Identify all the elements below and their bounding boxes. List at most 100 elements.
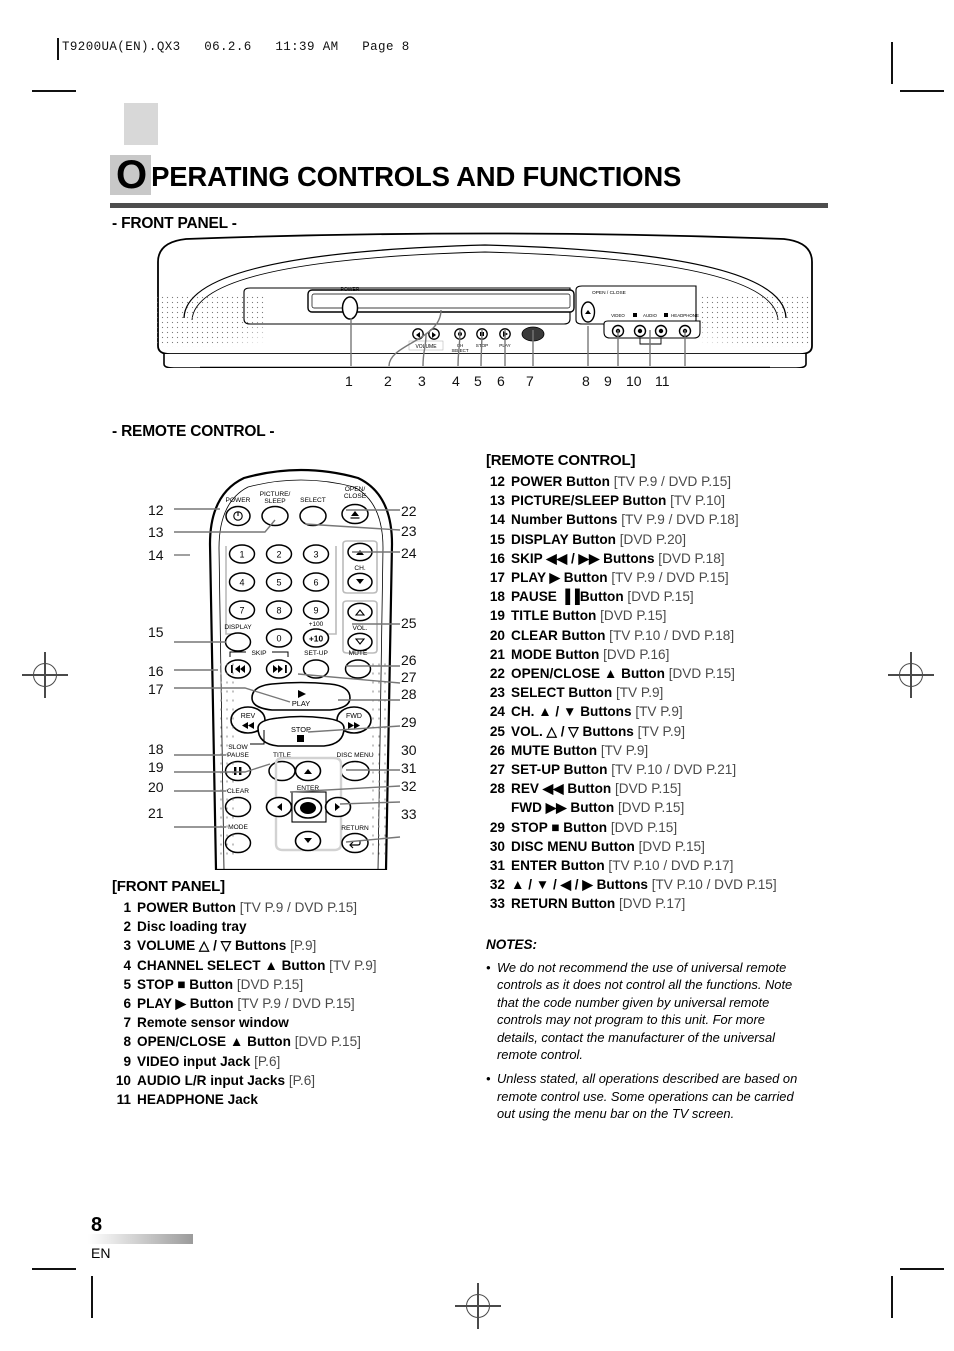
list-item: 27 SET-UP Button [TV P.10 / DVD P.21] bbox=[486, 760, 826, 779]
front-callout-9: 9 bbox=[604, 373, 612, 389]
list-item-number: 25 bbox=[489, 723, 505, 739]
list-item-label: VIDEO input Jack bbox=[137, 1053, 251, 1069]
front-callout-8: 8 bbox=[582, 373, 590, 389]
remote-callout-18: 18 bbox=[148, 741, 164, 757]
list-item: 17 PLAY ▶ Button [TV P.9 / DVD P.15] bbox=[486, 568, 826, 587]
list-item: 9 VIDEO input Jack [P.6] bbox=[112, 1052, 452, 1071]
list-item-label: SKIP ◀◀ / ▶▶ Buttons bbox=[511, 550, 655, 566]
list-item: 29 STOP ■ Button [DVD P.15] bbox=[486, 818, 826, 837]
bullet-icon: • bbox=[486, 960, 491, 975]
list-item-body: REV ◀◀ Button [DVD P.15] bbox=[511, 779, 681, 798]
list-item-reference: [TV P.9] bbox=[633, 723, 685, 739]
list-item-number: 32 bbox=[489, 877, 505, 893]
list-item-reference: [DVD P.17] bbox=[615, 896, 686, 912]
registration-mark-right bbox=[888, 652, 934, 698]
list-item-number: 23 bbox=[489, 685, 505, 701]
list-item: 16 SKIP ◀◀ / ▶▶ Buttons [DVD P.18] bbox=[486, 549, 826, 568]
list-item-reference: [TV P.9 / DVD P.15] bbox=[235, 900, 358, 915]
list-item-label: SET-UP Button bbox=[511, 762, 608, 778]
list-item-body: POWER Button [TV P.9 / DVD P.15] bbox=[137, 898, 357, 917]
page-title: O PERATING CONTROLS AND FUNCTIONS bbox=[110, 155, 828, 195]
note-item: • Unless stated, all operations described… bbox=[486, 1070, 806, 1122]
bullet-icon: • bbox=[486, 1071, 491, 1087]
page-number: 8 bbox=[91, 1214, 103, 1236]
list-item-reference: [TV P.10 / DVD P.15] bbox=[647, 877, 777, 893]
list-item-label: PICTURE/SLEEP Button bbox=[511, 493, 667, 509]
list-item-body: Number Buttons [TV P.9 / DVD P.18] bbox=[511, 510, 739, 529]
list-item: 10 AUDIO L/R input Jacks [P.6] bbox=[112, 1071, 452, 1090]
crop-mark-bottom-right-h bbox=[900, 1268, 944, 1270]
list-item-reference: [TV P.10 / DVD P.21] bbox=[607, 762, 737, 778]
list-item-reference: [DVD P.18] bbox=[654, 550, 725, 566]
list-item-body: ▲ / ▼ / ◀ / ▶ Buttons [TV P.10 / DVD P.1… bbox=[511, 875, 777, 894]
list-item-body: FWD ▶▶ Button [DVD P.15] bbox=[511, 798, 684, 817]
list-item-body: MUTE Button [TV P.9] bbox=[511, 741, 648, 760]
list-item-body: HEADPHONE Jack bbox=[137, 1090, 258, 1109]
list-item-label: CLEAR Button bbox=[511, 627, 606, 643]
list-item-label: ENTER Button bbox=[511, 858, 605, 874]
list-item-number bbox=[486, 798, 511, 817]
remote-callout-20: 20 bbox=[148, 779, 164, 795]
list-item: 20 CLEAR Button [TV P.10 / DVD P.18] bbox=[486, 626, 826, 645]
list-item-label: OPEN/CLOSE ▲ Button bbox=[137, 1034, 291, 1050]
list-item: 18 PAUSE ▐▐Button [DVD P.15] bbox=[486, 587, 826, 606]
list-item-reference: [TV P.10] bbox=[666, 493, 726, 509]
list-item-number: 17 bbox=[489, 570, 505, 586]
list-item: 33 RETURN Button [DVD P.17] bbox=[486, 894, 826, 913]
list-item-reference: [DVD P.15] bbox=[233, 976, 304, 992]
list-item-number: 19 bbox=[489, 608, 505, 624]
list-item: 7 Remote sensor window bbox=[112, 1013, 452, 1032]
notes-block: NOTES: • We do not recommend the use of u… bbox=[486, 937, 806, 1123]
list-item-number: 12 bbox=[489, 474, 505, 489]
list-item-body: POWER Button [TV P.9 / DVD P.15] bbox=[511, 472, 731, 491]
list-item-label: REV ◀◀ Button bbox=[511, 781, 612, 797]
list-item-reference: [DVD P.15] bbox=[664, 666, 735, 682]
remote-callout-26: 26 bbox=[401, 652, 417, 668]
remote-callout-29: 29 bbox=[401, 714, 417, 730]
list-item-number: 20 bbox=[489, 627, 505, 643]
list-item-reference: [TV P.9] bbox=[597, 742, 649, 758]
front-callout-10: 10 bbox=[626, 373, 642, 389]
page-footer: 8 EN bbox=[88, 1215, 198, 1261]
note-text: We do not recommend the use of universal… bbox=[497, 960, 793, 1063]
list-item-body: VOLUME △ / ▽ Buttons [P.9] bbox=[137, 936, 316, 955]
remote-callout-lines bbox=[150, 452, 430, 852]
list-item: 32 ▲ / ▼ / ◀ / ▶ Buttons [TV P.10 / DVD P… bbox=[486, 875, 826, 894]
crop-mark-bottom-left-h bbox=[32, 1268, 76, 1270]
remote-callout-13: 13 bbox=[148, 524, 164, 540]
list-item-reference: [DVD P.20] bbox=[615, 531, 687, 547]
front-panel-list-rows: 1 POWER Button [TV P.9 / DVD P.15] 2 Disc l… bbox=[112, 898, 452, 1109]
list-item: 8 OPEN/CLOSE ▲ Button [DVD P.15] bbox=[112, 1032, 452, 1051]
list-item-label: AUDIO L/R input Jacks bbox=[137, 1072, 286, 1088]
list-item-body: DISC MENU Button [DVD P.15] bbox=[511, 837, 705, 856]
list-item-reference: [TV P.9] bbox=[631, 704, 683, 720]
list-item-body: CH. ▲ / ▼ Buttons [TV P.9] bbox=[511, 702, 683, 721]
list-item-reference: [DVD P.16] bbox=[599, 646, 670, 662]
list-item-label: POWER Button bbox=[511, 474, 610, 489]
list-item-label: STOP ■ Button bbox=[137, 976, 234, 992]
title-dropcap: O bbox=[110, 155, 152, 195]
list-item: 23 SELECT Button [TV P.9] bbox=[486, 683, 826, 702]
list-item-number: 3 bbox=[123, 938, 131, 954]
list-item: FWD ▶▶ Button [DVD P.15] bbox=[486, 798, 826, 817]
list-item-reference: [TV P.9 / DVD P.18] bbox=[617, 512, 739, 528]
front-callout-1: 1 bbox=[345, 373, 353, 389]
list-item-number: 21 bbox=[489, 646, 505, 662]
list-item: 2 Disc loading tray bbox=[112, 917, 452, 936]
list-item-body: AUDIO L/R input Jacks [P.6] bbox=[137, 1071, 315, 1090]
list-item-label: PLAY ▶ Button bbox=[511, 570, 608, 586]
list-item-reference: [DVD P.15] bbox=[607, 819, 678, 835]
registration-mark-bottom bbox=[455, 1283, 501, 1329]
list-item-number: 30 bbox=[489, 838, 505, 854]
list-item-reference: [DVD P.15] bbox=[611, 781, 682, 797]
list-item-body: CLEAR Button [TV P.10 / DVD P.18] bbox=[511, 626, 734, 645]
list-item-label: MODE Button bbox=[511, 646, 600, 662]
list-item-number: 1 bbox=[123, 900, 131, 915]
list-item-reference: [DVD P.15] bbox=[290, 1034, 361, 1050]
list-item-label: FWD ▶▶ Button bbox=[511, 800, 615, 816]
front-callout-5: 5 bbox=[474, 373, 482, 389]
list-item-reference: [TV P.9 / DVD P.15] bbox=[607, 570, 729, 586]
list-item-reference: [DVD P.15] bbox=[634, 838, 705, 854]
remote-callout-21: 21 bbox=[148, 805, 164, 821]
list-item: 19 TITLE Button [DVD P.15] bbox=[486, 606, 826, 625]
